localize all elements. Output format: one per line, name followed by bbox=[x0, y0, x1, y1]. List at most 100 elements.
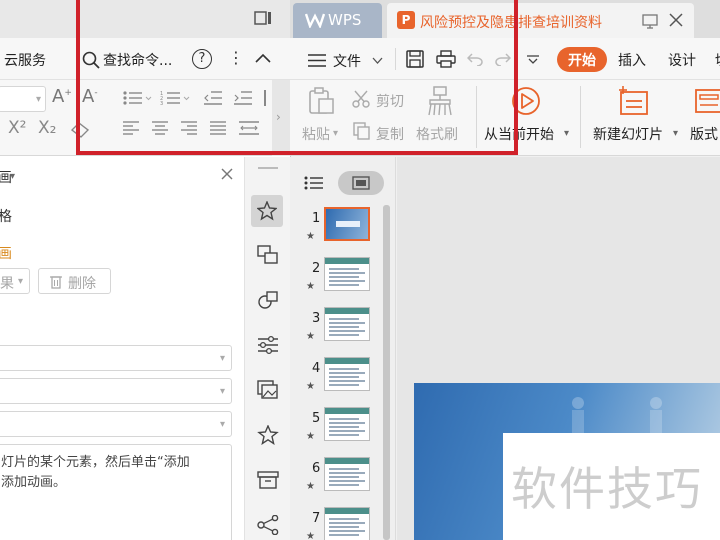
thumbnail-title-bar bbox=[336, 221, 360, 227]
thumbnail-text-line bbox=[329, 384, 359, 386]
chevron-down-icon[interactable]: ▾ bbox=[673, 128, 678, 139]
layout-icon[interactable] bbox=[694, 86, 720, 116]
thumbnail-text-line bbox=[329, 284, 359, 286]
slide-animation-star-icon: ★ bbox=[306, 531, 315, 540]
thumbnail-text-line bbox=[329, 330, 365, 332]
slide-animation-star-icon: ★ bbox=[306, 331, 315, 342]
font-size-dropdown[interactable]: ▾ bbox=[0, 86, 46, 112]
thumbnail-text-line bbox=[329, 472, 365, 474]
favorite-star-icon[interactable] bbox=[257, 425, 279, 445]
new-slide-icon[interactable] bbox=[618, 86, 650, 116]
increase-font-icon[interactable]: A+ bbox=[52, 86, 72, 107]
image-gallery-icon[interactable] bbox=[257, 380, 279, 400]
slide-thumbnail[interactable] bbox=[324, 257, 370, 291]
thumbnail-header bbox=[325, 308, 369, 314]
slide-thumbnail[interactable] bbox=[324, 207, 370, 241]
slide-animation-star-icon: ★ bbox=[306, 431, 315, 442]
thumbnail-text-line bbox=[329, 322, 365, 324]
slide-number: 3 bbox=[312, 311, 321, 326]
slide-number: 1 bbox=[312, 211, 321, 226]
thumbnail-header bbox=[325, 458, 369, 464]
watermark-box: 软件技巧 bbox=[503, 433, 720, 540]
thumbnail-text-line bbox=[329, 426, 359, 428]
thumbnail-header bbox=[325, 258, 369, 264]
thumbnail-text-line bbox=[329, 376, 359, 378]
tab-insert[interactable]: 插入 bbox=[618, 50, 646, 70]
tab-start[interactable]: 开始 bbox=[557, 47, 607, 72]
thumbnail-text-line bbox=[329, 434, 359, 436]
property-dropdown[interactable]: ▾ bbox=[0, 378, 232, 404]
annotation-highlight-box bbox=[76, 0, 518, 155]
thumbnail-text-line bbox=[329, 468, 359, 470]
add-animation-link[interactable]: 画 bbox=[0, 243, 12, 263]
start-dropdown[interactable]: ▾ bbox=[0, 345, 232, 371]
slide-number: 2 bbox=[312, 261, 321, 276]
drag-handle[interactable] bbox=[258, 167, 278, 169]
share-icon[interactable] bbox=[257, 515, 279, 535]
thumbnail-text-line bbox=[329, 534, 359, 536]
chevron-down-icon: ▾ bbox=[219, 386, 225, 397]
thumbnail-text-line bbox=[329, 526, 359, 528]
thumbnail-text-line bbox=[329, 368, 359, 370]
thumbnail-text-line bbox=[329, 480, 365, 482]
slide-number: 5 bbox=[312, 411, 321, 426]
delete-animation-button[interactable]: 删除 bbox=[38, 268, 111, 294]
thumbnail-text-line bbox=[329, 318, 359, 320]
scrollbar-thumb[interactable] bbox=[383, 205, 390, 540]
tab-design[interactable]: 设计 bbox=[668, 50, 696, 70]
tab-switch[interactable]: 切 bbox=[715, 50, 720, 70]
watermark-text: 软件技巧 bbox=[511, 462, 703, 516]
close-tab-icon[interactable] bbox=[669, 13, 683, 27]
thumbnail-text-line bbox=[329, 484, 359, 486]
thumbnail-text-line bbox=[329, 530, 365, 532]
layout-button[interactable]: 版式 bbox=[690, 124, 718, 144]
animation-pane-option[interactable]: 格 bbox=[0, 206, 12, 226]
star-animation-icon bbox=[257, 201, 277, 221]
speed-dropdown[interactable]: ▾ bbox=[0, 411, 232, 437]
chevron-down-icon: ▾ bbox=[18, 276, 24, 287]
ribbon-separator bbox=[580, 86, 581, 148]
slide-animation-star-icon: ★ bbox=[306, 281, 315, 292]
animation-list-box[interactable]: 灯片的某个元素，然后单击“添加 添加动画。 bbox=[0, 444, 232, 540]
thumbnail-scrollbar[interactable] bbox=[383, 205, 390, 540]
window-mode-icon[interactable] bbox=[642, 13, 658, 29]
archive-box-icon[interactable] bbox=[257, 470, 279, 490]
task-pane-iconbar bbox=[244, 157, 290, 540]
chevron-down-icon[interactable]: ▾ bbox=[10, 171, 15, 182]
thumbnail-text-line bbox=[329, 326, 359, 328]
thumbnail-text-line bbox=[329, 272, 365, 274]
slide-number: 7 bbox=[312, 511, 321, 526]
superscript-icon[interactable]: X² bbox=[8, 118, 26, 138]
hint-text-line-2: 添加动画。 bbox=[1, 475, 67, 490]
thumbnail-text-line bbox=[329, 334, 359, 336]
slide-thumbnail[interactable] bbox=[324, 307, 370, 341]
slide-thumbnail[interactable] bbox=[324, 507, 370, 540]
slide-thumbnail[interactable] bbox=[324, 357, 370, 391]
slide-animation-star-icon: ★ bbox=[306, 481, 315, 492]
properties-sliders-icon[interactable] bbox=[257, 335, 279, 355]
thumbnail-header bbox=[325, 408, 369, 414]
trash-icon bbox=[49, 274, 63, 289]
outline-view-icon[interactable] bbox=[304, 176, 324, 190]
thumbnail-text-line bbox=[329, 430, 365, 432]
slide-animation-star-icon: ★ bbox=[306, 381, 315, 392]
chevron-down-icon: ▾ bbox=[35, 94, 41, 105]
animation-panel-button[interactable] bbox=[251, 195, 283, 227]
new-slide-button[interactable]: 新建幻灯片 bbox=[593, 124, 663, 144]
slide-view-toggle[interactable] bbox=[338, 171, 384, 195]
effect-options-button[interactable]: 果 ▾ bbox=[0, 268, 30, 294]
transition-icon[interactable] bbox=[257, 245, 279, 265]
animation-pane: 画 ▾ 格 画 果 ▾ 删除 ▾ ▾ ▾ 灯片的某个元素，然后单击“添加 添加动… bbox=[0, 157, 244, 540]
subscript-icon[interactable]: X₂ bbox=[38, 118, 56, 138]
customize-toolbar-icon[interactable] bbox=[527, 55, 539, 64]
slide-thumbnail[interactable] bbox=[324, 457, 370, 491]
chevron-down-icon[interactable]: ▾ bbox=[564, 128, 569, 139]
close-icon[interactable] bbox=[220, 167, 234, 181]
thumbnail-text-line bbox=[329, 280, 365, 282]
cloud-service-button[interactable]: 云服务 bbox=[4, 50, 46, 70]
chevron-down-icon: ▾ bbox=[219, 419, 225, 430]
shapes-icon[interactable] bbox=[257, 290, 279, 310]
thumbnail-header bbox=[325, 508, 369, 514]
slide-thumbnail[interactable] bbox=[324, 407, 370, 441]
thumbnail-text-line bbox=[329, 522, 365, 524]
